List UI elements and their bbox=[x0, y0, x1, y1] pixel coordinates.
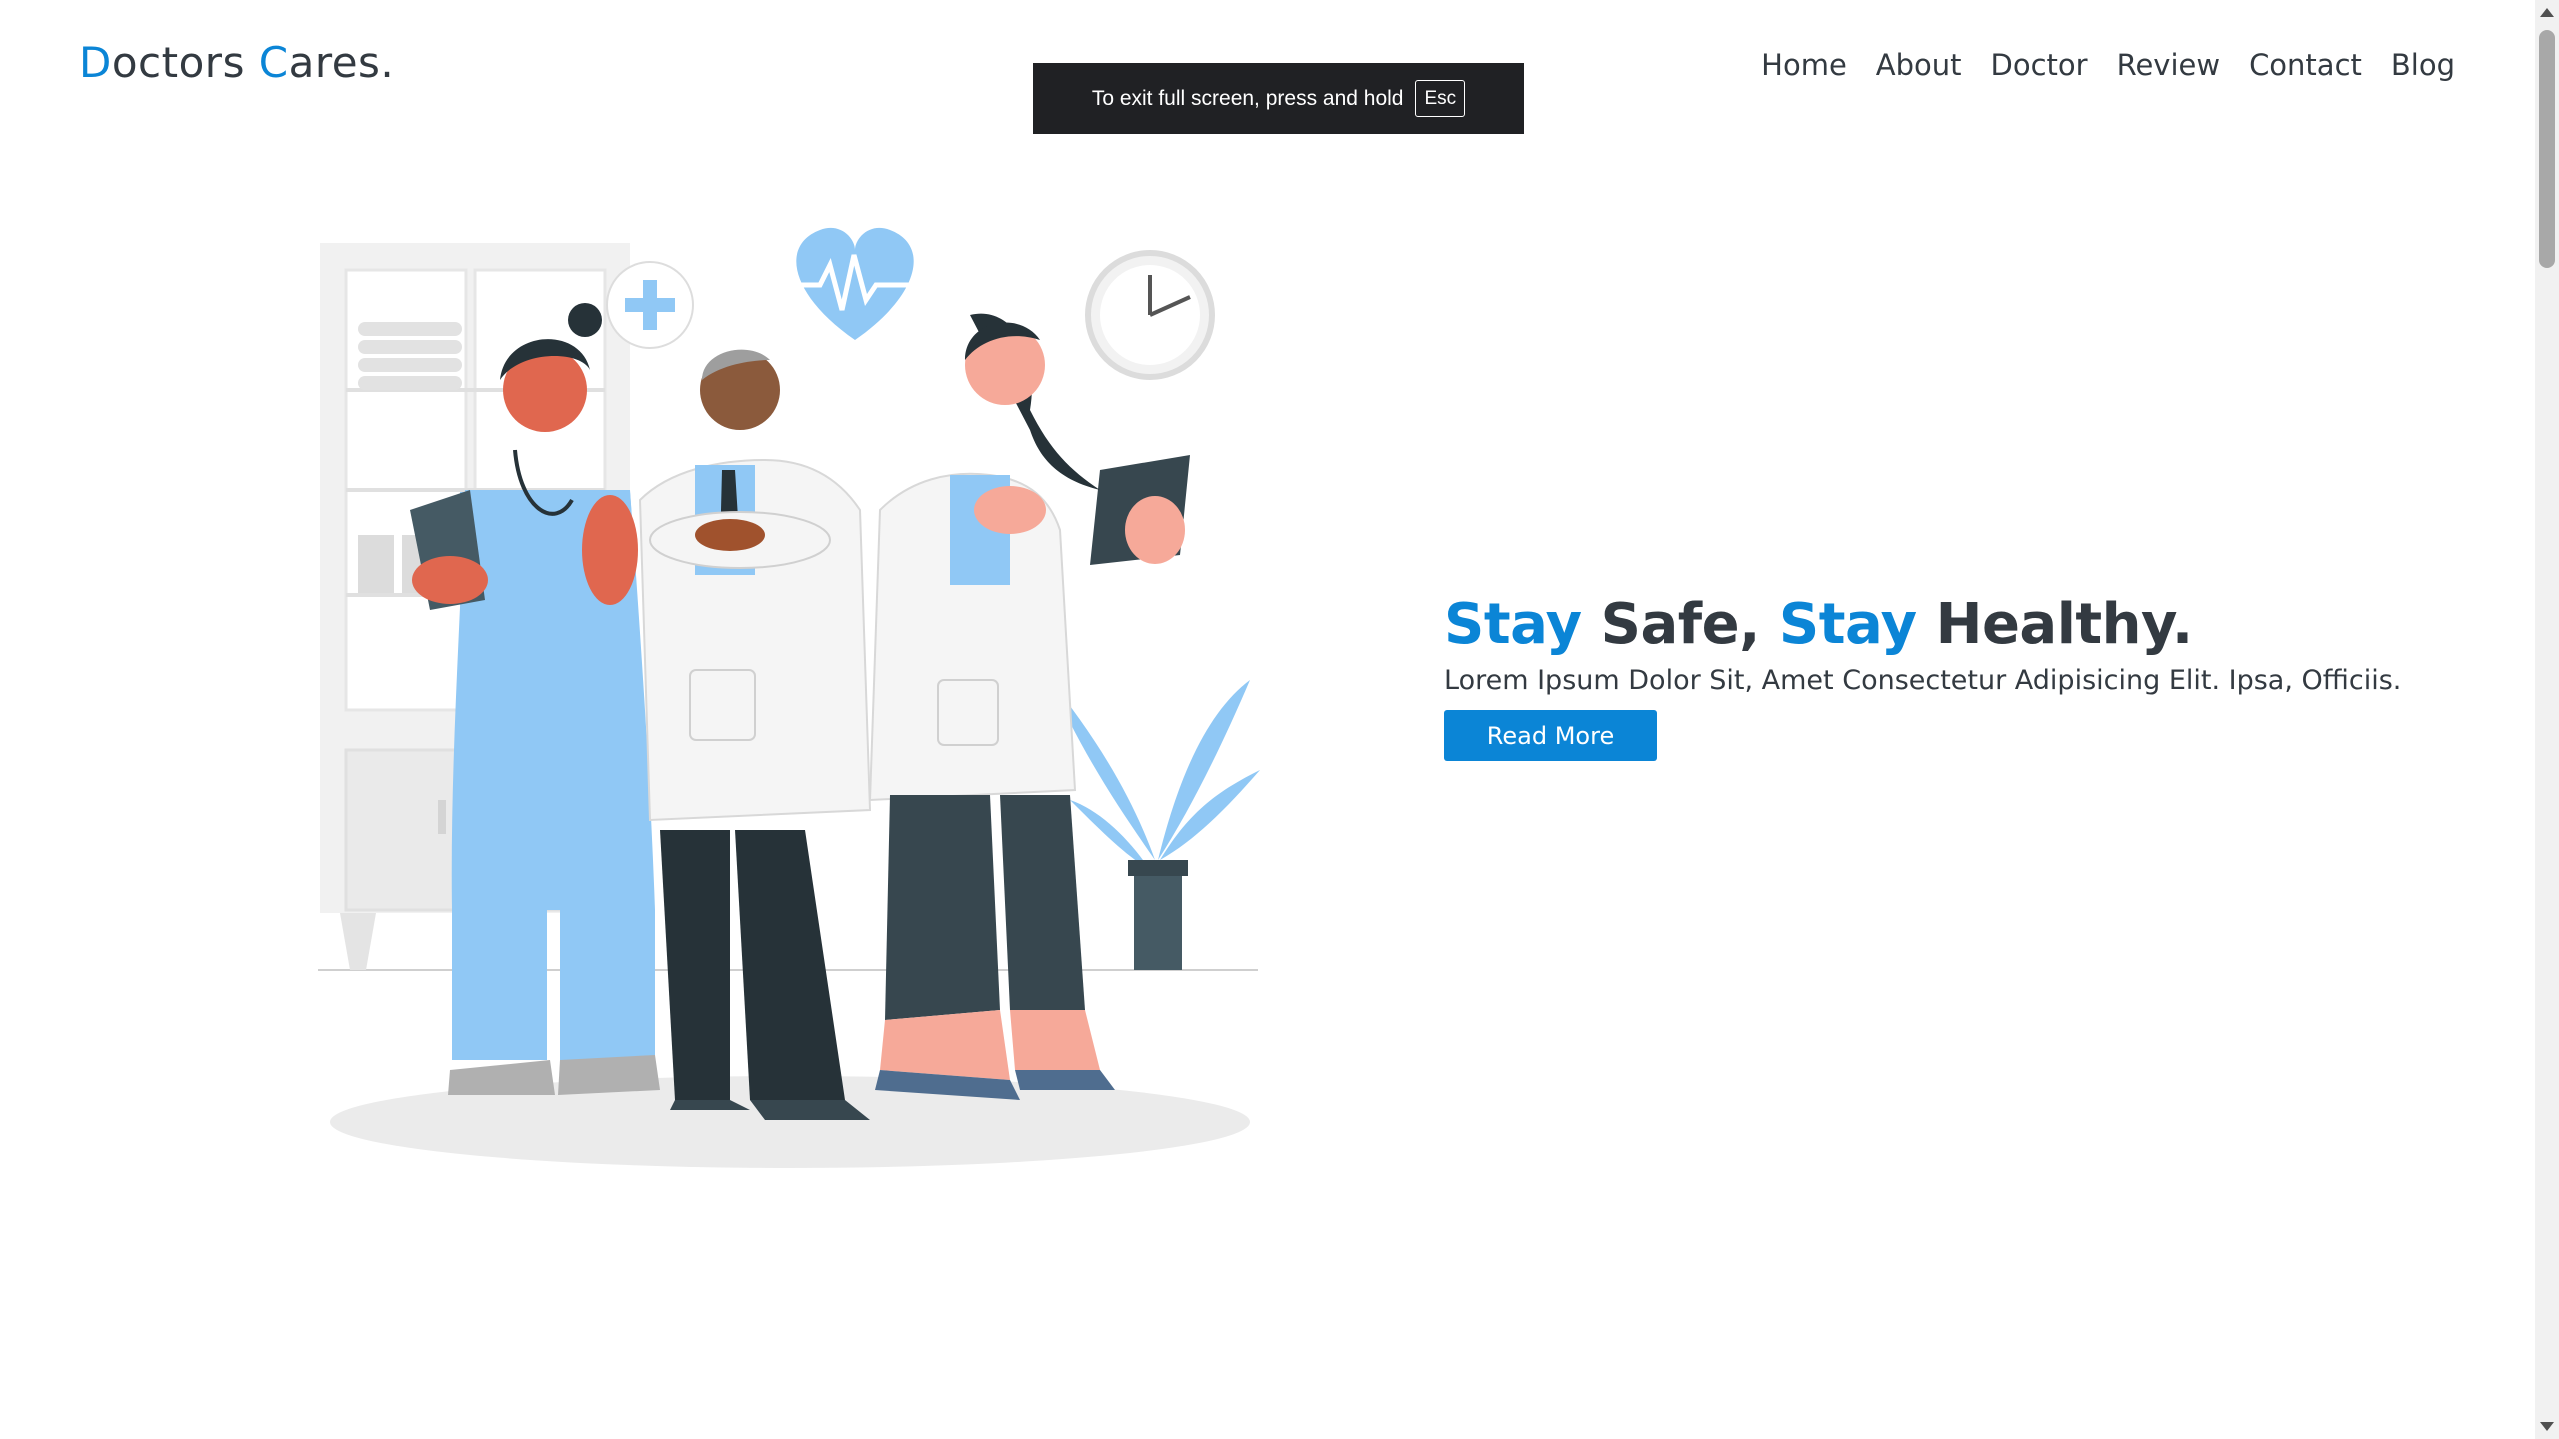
site-logo[interactable]: Doctors Cares. bbox=[79, 38, 394, 87]
page: Doctors Cares. Home About Doctor Review … bbox=[0, 0, 2559, 1439]
logo-text-cares: ares. bbox=[288, 38, 395, 87]
logo-initial-c: C bbox=[258, 38, 289, 87]
logo-text-doctors: octors bbox=[111, 38, 259, 87]
nav-doctor-link[interactable]: Doctor bbox=[1991, 48, 2088, 82]
scrollbar-thumb[interactable] bbox=[2539, 30, 2555, 268]
hero-title-safe: Safe, bbox=[1581, 592, 1779, 657]
esc-key-badge: Esc bbox=[1415, 80, 1466, 117]
nav-contact-link[interactable]: Contact bbox=[2249, 48, 2362, 82]
male-doctor-figure bbox=[638, 349, 872, 1120]
nav-about-link[interactable]: About bbox=[1876, 48, 1962, 82]
page-scrollbar[interactable] bbox=[2535, 0, 2559, 1439]
hero-section: Stay Safe, Stay Healthy. Lorem Ipsum Dol… bbox=[1444, 592, 2401, 761]
plus-bubble-icon bbox=[606, 261, 694, 349]
nav-blog-link[interactable]: Blog bbox=[2391, 48, 2455, 82]
scroll-up-arrow-icon[interactable] bbox=[2540, 8, 2554, 17]
fullscreen-toast-message: To exit full screen, press and hold bbox=[1091, 86, 1404, 110]
main-nav: Home About Doctor Review Contact Blog bbox=[1761, 48, 2455, 82]
potted-plant bbox=[1050, 680, 1260, 970]
hero-subtitle: Lorem Ipsum Dolor Sit, Amet Consectetur … bbox=[1444, 665, 2402, 696]
hero-title-healthy: Healthy. bbox=[1916, 592, 2194, 657]
hero-title-stay-2: Stay bbox=[1778, 592, 1917, 657]
fullscreen-exit-toast: To exit full screen, press and hold Esc bbox=[1033, 63, 1524, 134]
logo-initial-d: D bbox=[79, 38, 112, 87]
hero-title-stay-1: Stay bbox=[1444, 592, 1582, 657]
female-doctor-figure bbox=[868, 313, 1190, 1100]
clock-icon bbox=[1085, 250, 1215, 380]
heart-pulse-icon bbox=[790, 227, 920, 340]
doctors-illustration bbox=[318, 227, 1260, 1168]
nav-home-link[interactable]: Home bbox=[1761, 48, 1847, 82]
read-more-button[interactable]: Read More bbox=[1444, 710, 1657, 761]
scroll-down-arrow-icon[interactable] bbox=[2540, 1422, 2554, 1431]
hero-title: Stay Safe, Stay Healthy. bbox=[1444, 592, 2401, 657]
nav-review-link[interactable]: Review bbox=[2117, 48, 2220, 82]
